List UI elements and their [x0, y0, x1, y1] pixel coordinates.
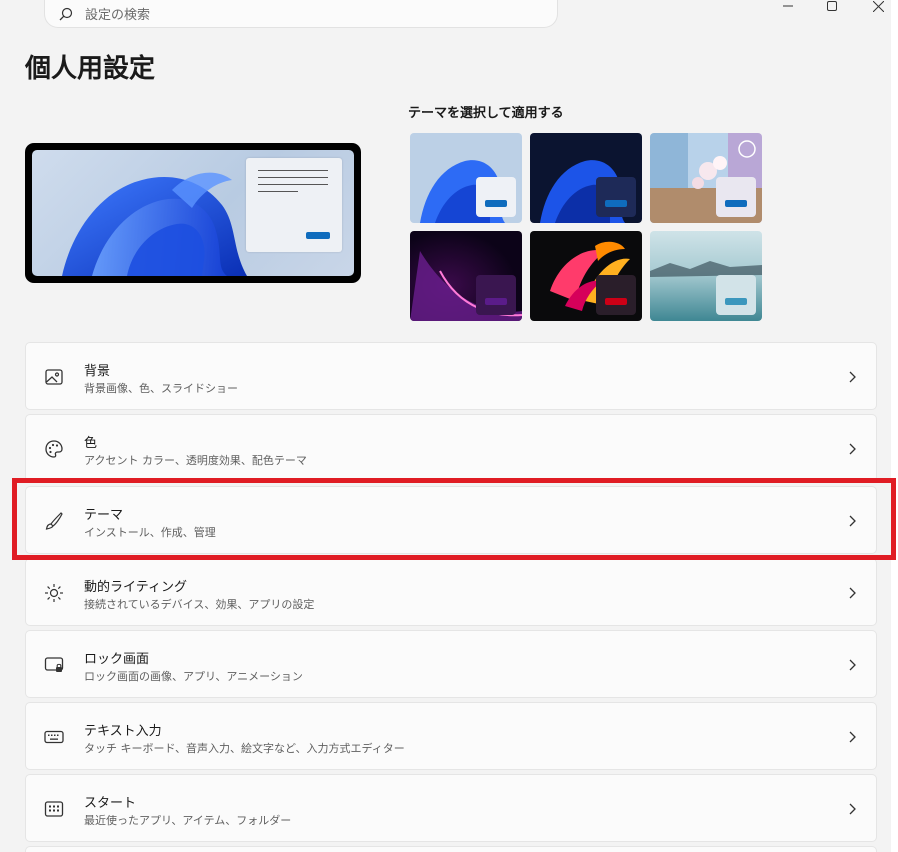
lighting-icon — [45, 584, 63, 602]
themes-label: テーマを選択して適用する — [408, 106, 564, 121]
preview-desktop — [32, 150, 354, 276]
close-icon — [872, 0, 884, 12]
minimize-icon — [783, 5, 793, 7]
card-title: ロック画面 — [84, 652, 150, 667]
minimize-button[interactable] — [776, 0, 800, 12]
card-subtitle: アクセント カラー、透明度効果、配色テーマ — [84, 454, 307, 467]
window-edge — [891, 0, 898, 852]
theme-tile-sunrise[interactable] — [650, 231, 762, 321]
card-title: 動的ライティング — [84, 580, 187, 595]
chevron-right-icon — [849, 659, 856, 671]
chevron-right-icon — [849, 371, 856, 383]
settings-card-next[interactable] — [25, 846, 877, 852]
chevron-right-icon — [849, 587, 856, 599]
settings-card-background[interactable]: 背景 背景画像、色、スライドショー — [25, 342, 877, 410]
card-title: 背景 — [84, 364, 111, 379]
theme-tile-flowers[interactable] — [650, 133, 762, 223]
card-title: テキスト入力 — [84, 724, 162, 739]
chevron-right-icon — [849, 803, 856, 815]
settings-card-lock-screen[interactable]: ロック画面 ロック画面の画像、アプリ、アニメーション — [25, 630, 877, 698]
settings-card-text-input[interactable]: テキスト入力 タッチ キーボード、音声入力、絵文字など、入力方式エディター — [25, 702, 877, 770]
card-title: 色 — [84, 436, 98, 451]
preview-window — [246, 158, 342, 252]
maximize-button[interactable] — [820, 0, 844, 12]
palette-icon — [45, 440, 63, 458]
settings-card-dynamic-lighting[interactable]: 動的ライティング 接続されているデバイス、効果、アプリの設定 — [25, 558, 877, 626]
theme-preview — [25, 143, 361, 283]
card-subtitle: 最近使ったアプリ、アイテム、フォルダー — [84, 814, 292, 827]
theme-tile-light[interactable] — [410, 133, 522, 223]
search-box[interactable]: 設定の検索 — [44, 0, 558, 28]
card-title: スタート — [84, 796, 137, 811]
highlight-box — [12, 478, 896, 560]
settings-card-start[interactable]: スタート 最近使ったアプリ、アイテム、フォルダー — [25, 774, 877, 842]
start-icon — [44, 801, 64, 817]
card-subtitle: ロック画面の画像、アプリ、アニメーション — [84, 670, 303, 683]
theme-tile-glow[interactable] — [410, 231, 522, 321]
search-placeholder: 設定の検索 — [85, 8, 151, 23]
theme-tile-dark[interactable] — [530, 133, 642, 223]
search-icon — [59, 7, 73, 20]
chevron-right-icon — [849, 731, 856, 743]
settings-card-color[interactable]: 色 アクセント カラー、透明度効果、配色テーマ — [25, 414, 877, 482]
lock-screen-icon — [44, 657, 64, 672]
page-title: 個人用設定 — [25, 54, 156, 84]
theme-tile-captured-motion[interactable] — [530, 231, 642, 321]
close-button[interactable] — [866, 0, 890, 12]
card-subtitle: 背景画像、色、スライドショー — [84, 382, 238, 395]
chevron-right-icon — [849, 443, 856, 455]
image-icon — [45, 369, 63, 385]
card-subtitle: 接続されているデバイス、効果、アプリの設定 — [84, 598, 315, 611]
maximize-icon — [827, 1, 837, 11]
card-subtitle: タッチ キーボード、音声入力、絵文字など、入力方式エディター — [84, 742, 405, 755]
keyboard-icon — [44, 730, 64, 744]
